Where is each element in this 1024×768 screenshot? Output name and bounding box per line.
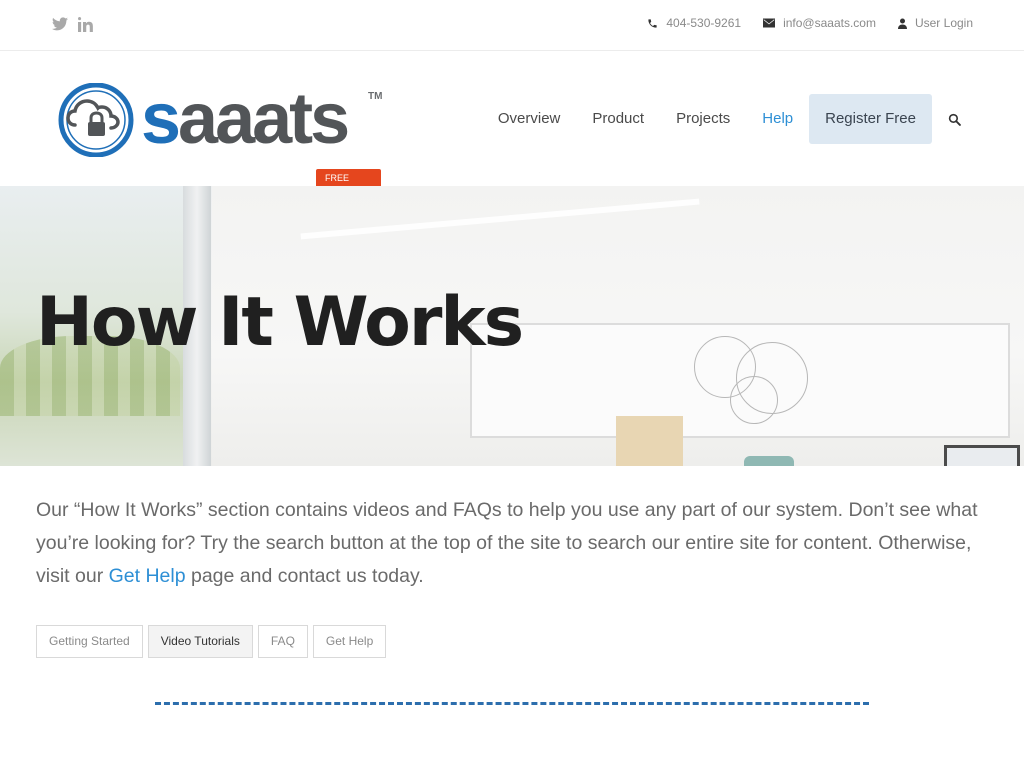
user-icon [897, 18, 907, 29]
logo-rest-letters: aaats [178, 79, 350, 159]
social-links [51, 14, 94, 34]
page-title: How It Works [36, 283, 524, 362]
logo-wordmark: saaats [141, 79, 350, 159]
top-bar: 404-530-9261 info@saaats.com User Login [0, 0, 1024, 51]
tab-get-help[interactable]: Get Help [312, 625, 387, 658]
main-nav: Overview Product Projects Help Register … [482, 94, 976, 144]
tab-faq[interactable]: FAQ [257, 625, 308, 658]
intro-text-after: page and contact us today. [185, 565, 424, 587]
phone-number: 404-530-9261 [666, 16, 742, 30]
nav-help[interactable]: Help [746, 94, 809, 144]
site-header: saaats TM FREE BETA Overview Product Pro… [0, 51, 1024, 199]
help-tabs: Getting Started Video Tutorials FAQ Get … [36, 625, 387, 658]
email-address: info@saaats.com [783, 16, 876, 30]
logo-trademark: TM [368, 91, 383, 102]
nav-overview[interactable]: Overview [482, 94, 577, 144]
section-divider [155, 702, 869, 705]
cloud-lock-icon [58, 83, 134, 157]
nav-product[interactable]: Product [576, 94, 660, 144]
tab-video-tutorials[interactable]: Video Tutorials [147, 625, 253, 658]
twitter-icon[interactable] [51, 14, 68, 34]
hero-banner: How It Works [0, 186, 1024, 466]
nav-projects[interactable]: Projects [660, 94, 746, 144]
contact-info: 404-530-9261 info@saaats.com User Login [647, 16, 973, 30]
envelope-icon [763, 18, 776, 28]
phone-contact[interactable]: 404-530-9261 [647, 16, 741, 30]
tab-getting-started[interactable]: Getting Started [36, 625, 143, 658]
email-contact[interactable]: info@saaats.com [763, 16, 876, 30]
search-icon [948, 113, 961, 126]
user-login-link[interactable]: User Login [897, 16, 973, 30]
logo-first-letter: s [141, 79, 181, 159]
user-login-label: User Login [914, 16, 973, 30]
get-help-link[interactable]: Get Help [109, 565, 186, 587]
saaats-logo[interactable]: saaats TM FREE BETA [57, 79, 383, 199]
intro-paragraph: Our “How It Works” section contains vide… [36, 494, 986, 593]
linkedin-icon[interactable] [77, 14, 94, 34]
register-free-button[interactable]: Register Free [809, 94, 932, 144]
search-button[interactable] [932, 94, 976, 144]
phone-icon [648, 18, 657, 28]
